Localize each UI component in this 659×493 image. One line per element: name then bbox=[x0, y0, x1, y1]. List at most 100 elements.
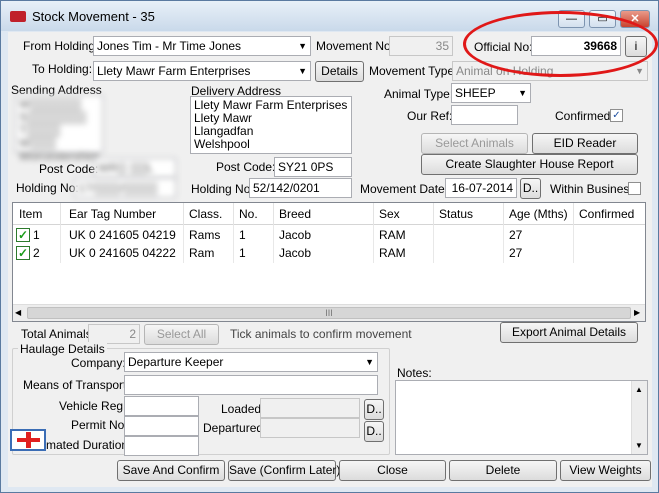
departured-label: Departured: bbox=[203, 421, 267, 435]
cell-class: Rams bbox=[189, 228, 221, 242]
movement-date-label: Movement Date: bbox=[360, 182, 449, 196]
delivery-postcode-label: Post Code: bbox=[216, 160, 276, 174]
select-animals-button[interactable]: Select Animals bbox=[421, 133, 528, 154]
table-row[interactable]: ✓ 1 UK 0 241605 04219 Rams 1 Jacob RAM 2… bbox=[13, 227, 645, 244]
chevron-down-icon: ▼ bbox=[298, 41, 307, 51]
sending-postcode-field: WR▒ ▒▒L bbox=[94, 158, 176, 178]
chevron-down-icon: ▼ bbox=[518, 88, 527, 98]
col-confirmed[interactable]: Confirmed bbox=[579, 207, 634, 221]
scroll-right-icon[interactable]: ▶ bbox=[634, 308, 640, 317]
departured-date-button[interactable]: D.. bbox=[364, 421, 384, 442]
movement-date-field[interactable]: 16-07-2014 bbox=[445, 178, 517, 198]
movement-no-field: 35 bbox=[389, 36, 453, 56]
column-divider bbox=[60, 203, 61, 225]
save-confirm-later-button[interactable]: Save (Confirm Later) bbox=[228, 460, 340, 481]
loaded-date-button[interactable]: D.. bbox=[364, 399, 384, 420]
animal-type-value: SHEEP bbox=[455, 86, 496, 100]
table-row[interactable]: ✓ 2 UK 0 241605 04222 Ram 1 Jacob RAM 27 bbox=[13, 245, 645, 262]
cell-item: 2 bbox=[33, 246, 40, 260]
within-business-checkbox[interactable] bbox=[628, 182, 641, 195]
col-no[interactable]: No. bbox=[239, 207, 258, 221]
column-divider bbox=[573, 203, 574, 225]
animal-type-label: Animal Type: bbox=[384, 87, 454, 101]
notes-field[interactable]: ▲ ▼ bbox=[395, 380, 648, 455]
animal-type-combo[interactable]: SHEEP ▼ bbox=[451, 83, 531, 103]
within-business-label: Within Business bbox=[550, 182, 636, 196]
tick-hint-text: Tick animals to confirm movement bbox=[230, 327, 412, 341]
scroll-thumb[interactable]: III bbox=[27, 307, 631, 319]
total-animals-label: Total Animals: bbox=[21, 327, 96, 341]
total-animals-field: 2 bbox=[88, 324, 140, 344]
delivery-holding-no-field[interactable]: 52/142/0201 bbox=[249, 178, 352, 198]
export-animal-details-button[interactable]: Export Animal Details bbox=[500, 322, 638, 343]
column-divider bbox=[183, 203, 184, 225]
delivery-address-line: Welshpool bbox=[194, 137, 250, 151]
grid-horizontal-scrollbar[interactable]: ◀ III ▶ bbox=[13, 304, 645, 321]
our-ref-field[interactable] bbox=[451, 105, 518, 125]
chevron-down-icon: ▼ bbox=[298, 66, 307, 76]
estimated-duration-field[interactable] bbox=[124, 436, 199, 456]
cell-ear-tag: UK 0 241605 04219 bbox=[69, 228, 176, 242]
cell-breed: Jacob bbox=[279, 246, 312, 260]
delivery-postcode-field[interactable]: SY21 0PS bbox=[274, 157, 352, 177]
grid-header: Item Ear Tag Number Class. No. Breed Sex… bbox=[13, 203, 645, 225]
company-combo[interactable]: Departure Keeper ▼ bbox=[124, 352, 378, 372]
column-divider bbox=[233, 203, 234, 225]
sending-holding-no-label: Holding No: bbox=[16, 181, 79, 195]
notes-vertical-scrollbar[interactable]: ▲ ▼ bbox=[631, 381, 647, 454]
cell-age: 27 bbox=[509, 246, 523, 260]
col-ear-tag[interactable]: Ear Tag Number bbox=[69, 207, 156, 221]
view-weights-button[interactable]: View Weights bbox=[560, 460, 651, 481]
confirmed-checkbox[interactable]: ✓ bbox=[610, 109, 623, 122]
cell-class: Ram bbox=[189, 246, 215, 260]
from-holding-value: Jones Tim - Mr Time Jones bbox=[97, 39, 242, 53]
movement-no-label: Movement No: bbox=[316, 39, 395, 53]
scroll-down-icon[interactable]: ▼ bbox=[635, 439, 643, 452]
col-class[interactable]: Class. bbox=[189, 207, 222, 221]
delivery-holding-no-label: Holding No: bbox=[191, 182, 254, 196]
col-age[interactable]: Age (Mths) bbox=[509, 207, 568, 221]
delivery-address-box[interactable]: Llety Mawr Farm Enterprises Llety Mawr L… bbox=[190, 96, 352, 154]
cell-ear-tag: UK 0 241605 04222 bbox=[69, 246, 176, 260]
loaded-field bbox=[260, 398, 360, 418]
create-slaughter-report-button[interactable]: Create Slaughter House Report bbox=[421, 154, 638, 175]
chevron-down-icon: ▼ bbox=[635, 66, 644, 76]
col-breed[interactable]: Breed bbox=[279, 207, 311, 221]
sending-holding-no-field: 17/▒▒▒/▒▒▒▒ bbox=[74, 178, 176, 198]
means-of-transport-label: Means of Transport: bbox=[23, 378, 130, 392]
sending-postcode-label: Post Code: bbox=[39, 162, 99, 176]
cell-sex: RAM bbox=[379, 228, 406, 242]
cell-breed: Jacob bbox=[279, 228, 312, 242]
means-of-transport-field[interactable] bbox=[124, 375, 378, 395]
eid-reader-button[interactable]: EID Reader bbox=[532, 133, 638, 154]
to-holding-combo[interactable]: Llety Mawr Farm Enterprises ▼ bbox=[93, 61, 311, 81]
welsh-flag-icon[interactable] bbox=[10, 429, 46, 451]
scroll-up-icon[interactable]: ▲ bbox=[635, 383, 643, 396]
col-status[interactable]: Status bbox=[439, 207, 473, 221]
save-and-confirm-button[interactable]: Save And Confirm bbox=[117, 460, 225, 481]
cell-age: 27 bbox=[509, 228, 523, 242]
column-divider bbox=[273, 203, 274, 225]
delete-button[interactable]: Delete bbox=[449, 460, 557, 481]
from-holding-combo[interactable]: Jones Tim - Mr Time Jones ▼ bbox=[93, 36, 311, 56]
movement-date-picker-button[interactable]: D.. bbox=[520, 178, 541, 199]
departured-field bbox=[260, 418, 360, 438]
cell-item: 1 bbox=[33, 228, 40, 242]
cell-no: 1 bbox=[239, 228, 246, 242]
app-icon bbox=[10, 11, 26, 22]
col-sex[interactable]: Sex bbox=[379, 207, 400, 221]
animals-grid[interactable]: Item Ear Tag Number Class. No. Breed Sex… bbox=[12, 202, 646, 322]
vehicle-reg-label: Vehicle Reg: bbox=[59, 399, 127, 413]
checkmark-icon[interactable]: ✓ bbox=[16, 246, 30, 260]
scroll-left-icon[interactable]: ◀ bbox=[15, 308, 21, 317]
vehicle-reg-field[interactable] bbox=[124, 396, 199, 416]
close-button[interactable]: Close bbox=[339, 460, 446, 481]
col-item[interactable]: Item bbox=[19, 207, 42, 221]
permit-no-field[interactable] bbox=[124, 416, 199, 436]
details-button[interactable]: Details bbox=[315, 61, 364, 82]
confirmed-label: Confirmed: bbox=[555, 109, 614, 123]
form-client-area: From Holding: Jones Tim - Mr Time Jones … bbox=[8, 32, 652, 487]
notes-label: Notes: bbox=[397, 366, 432, 380]
checkmark-icon[interactable]: ✓ bbox=[16, 228, 30, 242]
select-all-button[interactable]: Select All bbox=[144, 324, 219, 345]
